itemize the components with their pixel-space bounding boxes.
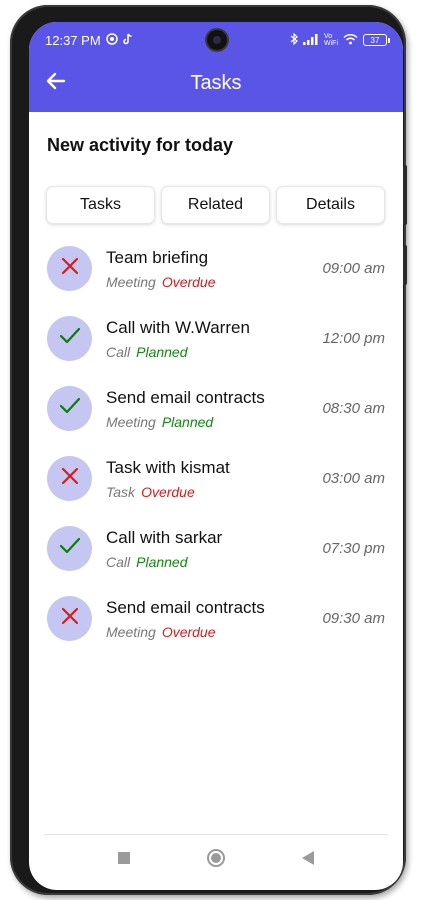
task-status: Overdue	[161, 624, 216, 640]
task-meta: Task Overdue	[106, 484, 195, 500]
tab-tasks[interactable]: Tasks	[46, 186, 155, 224]
arrow-left-icon	[46, 72, 66, 95]
task-row[interactable]: Task with kismat Task Overdue 03:00 am	[29, 452, 403, 522]
task-status-avatar	[47, 246, 92, 291]
task-status-avatar	[47, 386, 92, 431]
task-status: Planned	[136, 344, 188, 360]
back-button[interactable]	[43, 70, 69, 96]
task-row[interactable]: Call with W.Warren Call Planned 12:00 pm	[29, 312, 403, 382]
task-type: Task	[106, 484, 136, 500]
task-meta: Meeting Overdue	[106, 624, 216, 640]
wifi-icon	[343, 33, 358, 48]
tab-related[interactable]: Related	[161, 186, 270, 224]
task-row[interactable]: Send email contracts Meeting Overdue 09:…	[29, 592, 403, 662]
task-list: Team briefing Meeting Overdue 09:00 am C…	[29, 242, 403, 662]
check-icon	[59, 326, 81, 351]
tab-details[interactable]: Details	[276, 186, 385, 224]
phone-frame: 12:37 PM Vo WiFi 37 Tasks New activity f…	[10, 5, 407, 895]
task-type: Meeting	[106, 414, 156, 430]
task-title: Call with sarkar	[106, 528, 223, 547]
task-status-avatar	[47, 526, 92, 571]
whatsapp-icon	[105, 32, 118, 48]
vowifi-bottom: WiFi	[324, 40, 338, 47]
cross-icon	[60, 606, 80, 631]
tiktok-icon	[122, 33, 133, 48]
task-title: Call with W.Warren	[106, 318, 250, 337]
circle-icon	[206, 848, 226, 873]
task-meta: Call Planned	[106, 344, 188, 360]
triangle-back-icon	[302, 850, 314, 870]
bluetooth-icon	[290, 32, 298, 48]
system-nav-bar	[29, 848, 403, 872]
square-icon	[118, 851, 130, 869]
task-status: Overdue	[161, 274, 216, 290]
task-time: 09:00 am	[322, 260, 385, 277]
section-title: New activity for today	[47, 135, 234, 155]
task-row[interactable]: Team briefing Meeting Overdue 09:00 am	[29, 242, 403, 312]
task-type: Call	[106, 344, 131, 360]
task-time: 09:30 am	[322, 610, 385, 627]
task-status: Planned	[136, 554, 188, 570]
task-row[interactable]: Call with sarkar Call Planned 07:30 pm	[29, 522, 403, 592]
volume-button	[403, 165, 407, 225]
task-title: Task with kismat	[106, 458, 230, 477]
task-title: Send email contracts	[106, 388, 265, 407]
home-button[interactable]	[204, 848, 228, 872]
task-status-avatar	[47, 316, 92, 361]
front-camera	[207, 30, 227, 50]
screen: 12:37 PM Vo WiFi 37 Tasks New activity f…	[29, 22, 403, 890]
status-time: 12:37 PM	[45, 32, 101, 48]
task-row[interactable]: Send email contracts Meeting Planned 08:…	[29, 382, 403, 452]
task-meta: Meeting Overdue	[106, 274, 216, 290]
vowifi-top: Vo	[324, 33, 333, 40]
task-type: Meeting	[106, 274, 156, 290]
tab-bar: Tasks Related Details	[46, 186, 385, 224]
task-time: 12:00 pm	[322, 330, 385, 347]
task-status: Overdue	[141, 484, 195, 500]
task-title: Team briefing	[106, 248, 209, 267]
task-meta: Meeting Planned	[106, 414, 213, 430]
back-nav-button[interactable]	[296, 848, 320, 872]
task-type: Meeting	[106, 624, 156, 640]
task-meta: Call Planned	[106, 554, 188, 570]
battery-level: 37	[370, 35, 380, 45]
task-type: Call	[106, 554, 131, 570]
app-header: 12:37 PM Vo WiFi 37 Tasks	[29, 22, 403, 112]
cross-icon	[60, 256, 80, 281]
signal-icon	[303, 33, 319, 48]
task-status-avatar	[47, 456, 92, 501]
task-status-avatar	[47, 596, 92, 641]
power-button	[403, 245, 407, 285]
task-status: Planned	[161, 414, 214, 430]
check-icon	[59, 396, 81, 421]
task-time: 03:00 am	[322, 470, 385, 487]
vowifi-indicator: Vo WiFi	[324, 33, 338, 47]
cross-icon	[60, 466, 80, 491]
battery-icon: 37	[363, 34, 390, 46]
nav-divider	[44, 834, 388, 835]
recents-button[interactable]	[112, 848, 136, 872]
task-time: 07:30 pm	[322, 540, 385, 557]
title-bar: Tasks	[29, 62, 403, 104]
task-title: Send email contracts	[106, 598, 265, 617]
check-icon	[59, 536, 81, 561]
task-time: 08:30 am	[322, 400, 385, 417]
page-title: Tasks	[190, 71, 242, 94]
